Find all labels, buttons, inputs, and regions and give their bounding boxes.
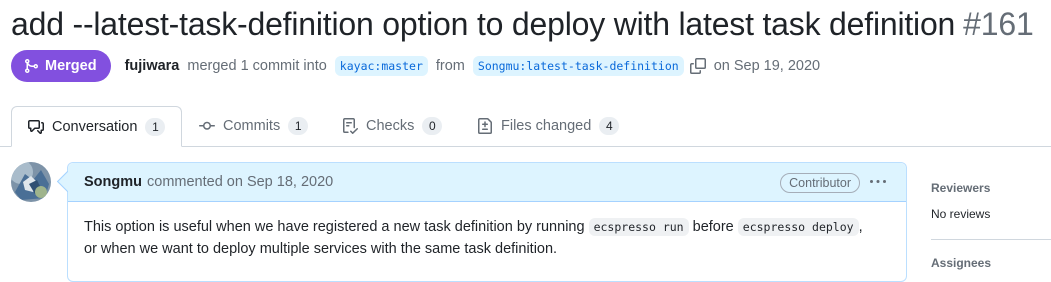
copy-icon[interactable] — [689, 58, 706, 74]
comment-author-link[interactable]: Songmu — [84, 174, 142, 190]
comment-paragraph: This option is useful when we have regis… — [84, 216, 890, 260]
tab-checks-label: Checks — [366, 118, 415, 134]
pr-tabs: Conversation 1 Commits 1 Checks 0 Files … — [0, 106, 1051, 147]
comment-text-4: or when we want to deploy multiple servi… — [84, 241, 558, 257]
comment-body: This option is useful when we have regis… — [68, 202, 906, 260]
inline-code: ecspresso deploy — [737, 218, 859, 236]
head-branch-link[interactable]: Songmu:latest-task-definition — [472, 56, 684, 76]
pr-title-text: add --latest-task-definition option to d… — [11, 6, 956, 42]
assignees-heading[interactable]: Assignees — [931, 256, 991, 270]
comment-text-1: This option is useful when we have regis… — [84, 219, 585, 235]
merger-link[interactable]: fujiwara — [125, 58, 180, 74]
comment-text-3: , — [858, 219, 863, 235]
tab-conversation-label: Conversation — [52, 118, 138, 135]
merged-status-label: Merged — [45, 58, 97, 74]
tab-commits[interactable]: Commits 1 — [199, 106, 309, 146]
pr-sidebar: Reviewers No reviews Assignees — [931, 162, 1051, 270]
avatar[interactable] — [11, 162, 51, 202]
comment-text-2: before — [692, 219, 734, 235]
tab-files-changed-count: 4 — [599, 117, 620, 135]
reviewers-value: No reviews — [931, 207, 991, 221]
pr-meta: Merged fujiwara merged 1 commit into kay… — [11, 50, 820, 82]
base-branch-link[interactable]: kayac:master — [334, 56, 428, 76]
merged-text: merged 1 commit into — [187, 58, 327, 74]
merged-status-badge: Merged — [11, 50, 111, 82]
sidebar-divider — [931, 239, 1051, 240]
tab-files-changed-label: Files changed — [501, 118, 592, 134]
git-merge-icon — [23, 58, 39, 74]
kebab-horizontal-icon[interactable] — [868, 172, 888, 192]
contributor-badge: Contributor — [780, 173, 860, 193]
tab-checks-count: 0 — [422, 117, 443, 135]
pr-title: add --latest-task-definition option to d… — [11, 4, 1034, 44]
comment-box: Songmu commented on Sep 18, 2020 Contrib… — [67, 162, 907, 282]
tab-commits-count: 1 — [288, 117, 309, 135]
tab-conversation[interactable]: Conversation 1 — [11, 106, 182, 147]
comment-discussion-icon — [28, 119, 44, 135]
from-text: from — [435, 58, 465, 74]
checklist-icon — [342, 118, 358, 134]
git-commit-icon — [199, 118, 215, 134]
tab-files-changed[interactable]: Files changed 4 — [477, 106, 620, 146]
comment-timestamp[interactable]: commented on Sep 18, 2020 — [147, 174, 333, 190]
inline-code: ecspresso run — [588, 218, 689, 236]
pr-number: #161 — [963, 6, 1034, 42]
file-diff-icon — [477, 118, 493, 134]
merged-date: on Sep 19, 2020 — [713, 58, 821, 74]
tab-commits-label: Commits — [223, 118, 281, 134]
tab-conversation-count: 1 — [145, 117, 166, 136]
comment-header: Songmu commented on Sep 18, 2020 Contrib… — [68, 163, 906, 202]
reviewers-heading[interactable]: Reviewers — [931, 181, 1051, 195]
tab-checks[interactable]: Checks 0 — [342, 106, 443, 146]
